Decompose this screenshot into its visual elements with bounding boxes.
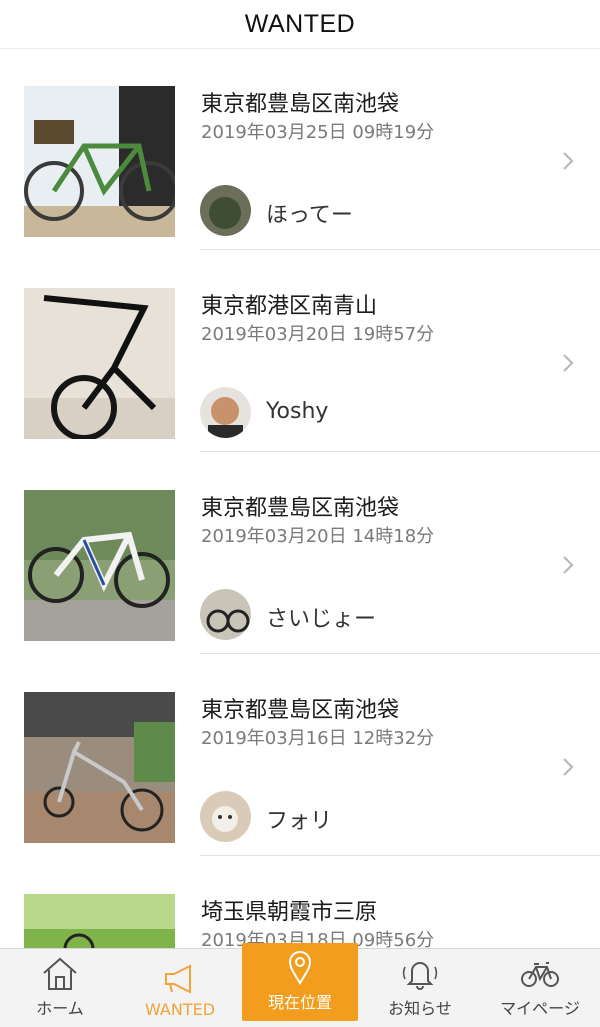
list-item[interactable]: 東京都港区南青山 2019年03月20日 19時57分 Yoshy xyxy=(0,250,600,452)
avatar xyxy=(200,185,251,236)
bike-photo xyxy=(24,86,175,237)
chevron-right-icon xyxy=(563,758,574,776)
avatar xyxy=(200,387,251,438)
bike-photo xyxy=(24,894,175,949)
megaphone-icon xyxy=(165,964,191,994)
item-location: 東京都豊島区南池袋 xyxy=(201,496,400,521)
tab-label: マイページ xyxy=(500,999,580,1018)
app-header: WANTED xyxy=(0,0,600,49)
chevron-right-icon xyxy=(563,152,574,170)
item-username: さいじょー xyxy=(266,607,377,632)
tab-bar: ホーム WANTED 現在位置 お知らせ マイページ xyxy=(0,943,600,1027)
tab-current-location[interactable]: 現在位置 xyxy=(240,943,360,1027)
current-location-button[interactable]: 現在位置 xyxy=(242,943,358,1021)
list-item[interactable]: 東京都豊島区南池袋 2019年03月16日 12時32分 フォリ xyxy=(0,654,600,856)
item-datetime: 2019年03月25日 09時19分 xyxy=(201,122,435,143)
item-username: ほってー xyxy=(266,203,353,228)
item-location: 東京都豊島区南池袋 xyxy=(201,92,400,117)
item-location: 東京都豊島区南池袋 xyxy=(201,698,400,723)
map-pin-icon xyxy=(288,951,312,985)
bike-photo xyxy=(24,288,175,439)
item-location: 埼玉県朝霞市三原 xyxy=(201,900,378,925)
list-item[interactable]: 東京都豊島区南池袋 2019年03月25日 09時19分 ほってー xyxy=(0,48,600,250)
bike-photo xyxy=(24,490,175,641)
tab-home[interactable]: ホーム xyxy=(0,949,120,1027)
bell-icon xyxy=(402,962,438,990)
bike-photo xyxy=(24,692,175,843)
page-title: WANTED xyxy=(244,9,356,38)
wanted-list[interactable]: 東京都豊島区南池袋 2019年03月25日 09時19分 ほってー 東京都港区南… xyxy=(0,48,600,949)
tab-mypage[interactable]: マイページ xyxy=(480,949,600,1027)
avatar xyxy=(200,589,251,640)
list-item[interactable]: 埼玉県朝霞市三原 2019年03月18日 09時56分 xyxy=(0,856,600,949)
tab-label: 現在位置 xyxy=(267,993,332,1012)
tab-label: WANTED xyxy=(144,1000,216,1019)
item-datetime: 2019年03月16日 12時32分 xyxy=(201,728,435,749)
chevron-right-icon xyxy=(563,354,574,372)
item-datetime: 2019年03月20日 19時57分 xyxy=(201,324,435,345)
item-username: フォリ xyxy=(266,809,333,834)
item-username: Yoshy xyxy=(266,399,329,424)
tab-notifications[interactable]: お知らせ xyxy=(360,949,480,1027)
home-icon xyxy=(43,957,77,990)
tab-wanted[interactable]: WANTED xyxy=(120,949,240,1027)
list-item[interactable]: 東京都豊島区南池袋 2019年03月20日 14時18分 さいじょー xyxy=(0,452,600,654)
bicycle-icon xyxy=(521,962,559,987)
item-datetime: 2019年03月20日 14時18分 xyxy=(201,526,435,547)
chevron-right-icon xyxy=(563,556,574,574)
avatar xyxy=(200,791,251,842)
tab-label: ホーム xyxy=(36,999,84,1018)
tab-label: お知らせ xyxy=(388,999,452,1018)
item-location: 東京都港区南青山 xyxy=(201,294,378,319)
